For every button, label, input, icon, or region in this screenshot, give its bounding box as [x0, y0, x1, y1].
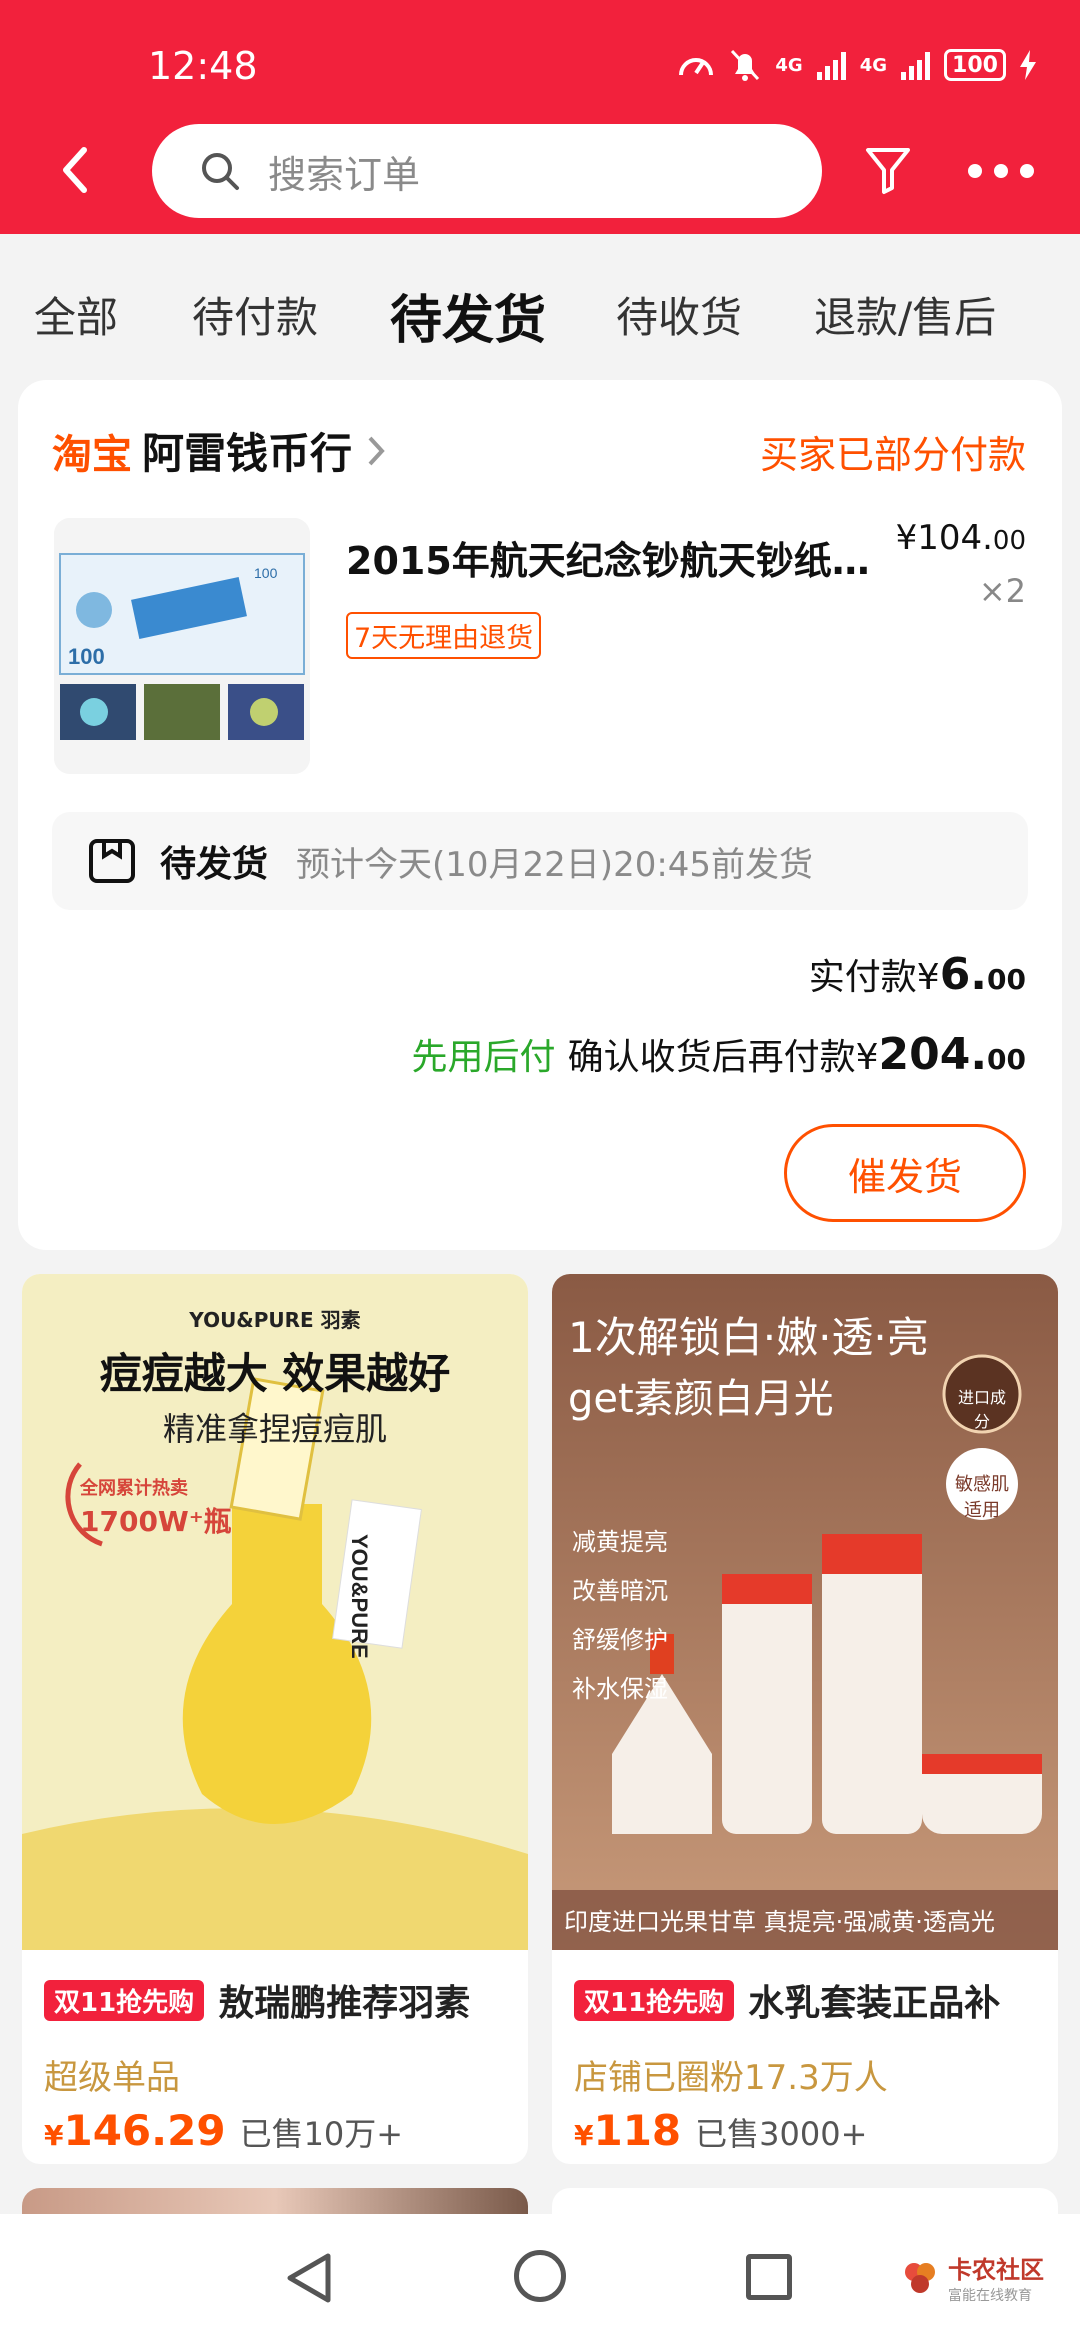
rec-price-row: ¥ 118 已售3000+: [574, 2106, 867, 2155]
svg-text:100: 100: [68, 644, 105, 669]
return-policy-badge: 7天无理由退货: [346, 612, 542, 659]
double11-tag: 双11抢先购: [44, 1979, 205, 2021]
rec-price: 146.29: [63, 2106, 226, 2155]
signal-icon-2: [901, 50, 930, 80]
tab-pending-shipment[interactable]: 待发货: [390, 278, 546, 353]
product-quantity: ×2: [978, 572, 1026, 610]
rec-subtitle: 店铺已圈粉17.3万人: [574, 2058, 888, 2098]
banknote-image: 100 100: [54, 518, 310, 774]
product-image[interactable]: 100 100: [54, 518, 310, 774]
taobao-logo: 淘宝: [52, 431, 132, 478]
nav-recent-apps-icon[interactable]: [746, 2254, 792, 2300]
watermark-subtitle: 富能在线教育: [948, 2288, 1032, 2304]
package-icon: [89, 839, 135, 883]
sensitive-skin-badge: 敏感肌适用: [955, 1474, 1009, 1521]
double11-tag: 双11抢先购: [574, 1979, 735, 2021]
recommendation-card[interactable]: YOU&PURE YOU&PURE 羽素 痘痘越大 效果越好 精准拿捏痘痘肌 全…: [22, 1274, 528, 2164]
watermark-title: 卡农社区: [948, 2256, 1044, 2284]
watermark-logo-icon: [905, 2262, 935, 2293]
chevron-right-icon: [368, 436, 385, 465]
more-options-icon[interactable]: [968, 156, 1034, 186]
rec-product-name: 水乳套装正品补: [748, 1983, 1001, 2024]
svg-text:100: 100: [254, 565, 278, 581]
image-headline: 痘痘越大 效果越好: [99, 1349, 451, 1398]
order-card[interactable]: 淘宝 阿雷钱币行 买家已部分付款 100 100 2015年航天纪念钞航天钞纸……: [18, 380, 1062, 1250]
sales-badge-count: 1700W⁺瓶: [80, 1505, 232, 1538]
tab-pending-payment[interactable]: 待付款: [192, 284, 318, 345]
filter-icon[interactable]: [864, 144, 912, 196]
urge-shipment-button[interactable]: 催发货: [784, 1124, 1026, 1222]
rec-sold-count: 已售3000+: [695, 2115, 868, 2153]
speed-icon: [679, 58, 714, 76]
network-label-2: 4G: [859, 54, 887, 76]
shipping-status-label: 待发货: [160, 844, 269, 885]
battery-icon: 100: [944, 49, 1006, 81]
signal-icon: [816, 50, 846, 80]
rec-currency: ¥: [574, 2119, 594, 2152]
rec-price: 118: [593, 2106, 682, 2155]
pay-later-amount: 先用后付 确认收货后再付款¥204.00: [411, 1029, 1026, 1080]
benefit-item: 改善暗沉: [572, 1577, 668, 1605]
image-footer: 印度进口光果甘草 真提亮·强减黄·透高光: [564, 1908, 995, 1936]
product-image: 1次解锁白·嫩·透·亮 get素颜白月光 进口成分 敏感肌适用 减黄提亮 改善暗…: [552, 1274, 1058, 1950]
paid-amount: 实付款¥6.00: [808, 949, 1026, 1000]
image-subtitle: 精准拿捏痘痘肌: [162, 1410, 387, 1448]
tab-refund[interactable]: 退款/售后: [814, 284, 996, 345]
rec-price-row: ¥ 146.29 已售10万+: [44, 2106, 403, 2155]
search-input[interactable]: 搜索订单: [152, 124, 822, 218]
network-label-1: 4G: [775, 54, 803, 76]
header-bar: 12:48 4G 4G 100 搜索订单: [0, 0, 1080, 234]
status-time: 12:48: [148, 44, 258, 88]
import-badge: 进口成分: [957, 1388, 1006, 1431]
benefit-item: 补水保湿: [572, 1675, 668, 1703]
rec-subtitle: 超级单品: [44, 2058, 180, 2098]
product-image: YOU&PURE YOU&PURE 羽素 痘痘越大 效果越好 精准拿捏痘痘肌 全…: [22, 1274, 528, 1950]
search-icon: [202, 153, 239, 190]
benefit-list: 减黄提亮 改善暗沉 舒缓修护 补水保湿: [572, 1522, 668, 1704]
status-icons: 4G 4G 100: [677, 48, 1036, 82]
order-status: 买家已部分付款: [759, 433, 1026, 477]
product-price: ¥104.00: [895, 518, 1026, 558]
image-headline: 1次解锁白·嫩·透·亮: [568, 1313, 929, 1362]
product-title[interactable]: 2015年航天纪念钞航天钞纸…: [346, 530, 906, 585]
search-placeholder: 搜索订单: [268, 152, 421, 197]
recommendation-card[interactable]: 1次解锁白·嫩·透·亮 get素颜白月光 进口成分 敏感肌适用 减黄提亮 改善暗…: [552, 1274, 1058, 2164]
svg-text:YOU&PURE: YOU&PURE: [347, 1534, 372, 1659]
rec-sold-count: 已售10万+: [239, 2115, 404, 2153]
back-arrow-icon[interactable]: [52, 140, 102, 200]
mute-bell-icon: [731, 49, 760, 81]
shipping-estimate: 预计今天(10月22日)20:45前发货: [296, 844, 814, 885]
shipping-status-box[interactable]: 待发货 预计今天(10月22日)20:45前发货: [52, 812, 1028, 910]
watermark: 卡农社区 富能在线教育: [900, 2250, 1044, 2305]
benefit-item: 舒缓修护: [572, 1626, 668, 1654]
benefit-item: 减黄提亮: [572, 1528, 668, 1556]
charging-icon: [1020, 50, 1036, 80]
pay-later-label: 先用后付: [411, 1037, 556, 1078]
nav-back-icon[interactable]: [284, 2252, 334, 2304]
shop-name: 阿雷钱币行: [142, 429, 353, 478]
sales-badge-label: 全网累计热卖: [80, 1478, 188, 1499]
image-subtitle: get素颜白月光: [568, 1376, 834, 1422]
shop-link[interactable]: 淘宝 阿雷钱币行: [52, 420, 386, 481]
tab-all[interactable]: 全部: [34, 284, 118, 345]
rec-product-name: 敖瑞鹏推荐羽素: [218, 1983, 471, 2024]
rec-currency: ¥: [44, 2119, 64, 2152]
order-tabs: 全部 待付款 待发货 待收货 退款/售后: [0, 234, 1080, 374]
brand-label: YOU&PURE 羽素: [189, 1308, 361, 1332]
tab-pending-receipt[interactable]: 待收货: [616, 284, 742, 345]
nav-home-icon[interactable]: [514, 2250, 566, 2302]
price-block: ¥104.00 ×2: [896, 518, 1026, 610]
